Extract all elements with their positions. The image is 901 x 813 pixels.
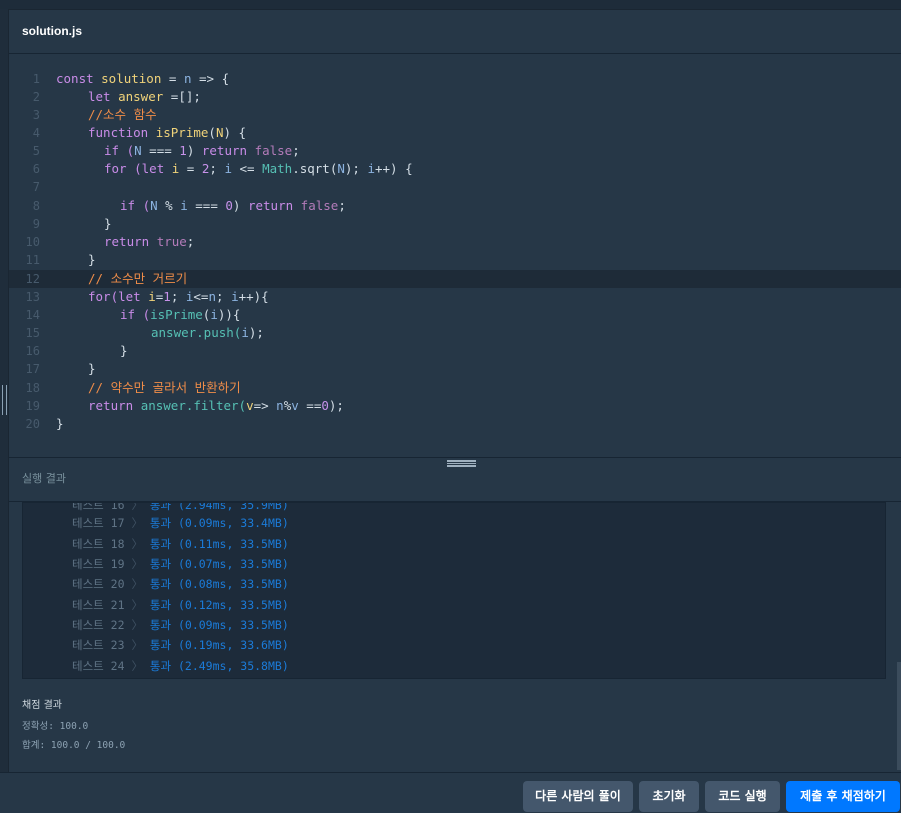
code-line: 4 function isPrime(N) { — [9, 124, 901, 142]
code-line: 14 if (isPrime(i)){ — [9, 306, 901, 324]
code-line: 5 if (N === 1) return false; — [9, 142, 901, 160]
code-line: 7 — [9, 178, 901, 196]
list-item: 테스트 17 〉 통과 (0.09ms, 33.4MB) — [72, 516, 289, 530]
code-line: 18 // 약수만 골라서 반환하기 — [9, 379, 901, 397]
line-number: 16 — [25, 344, 40, 358]
code-line: 16} — [9, 342, 901, 360]
code-line: 13 for(let i=1; i<=n; i++){ — [9, 288, 901, 306]
test-results-list[interactable]: 테스트 16 〉 통과 (2.94ms, 35.9MB) 테스트 17 〉 통과… — [22, 502, 886, 679]
panel-resize-handle-icon[interactable] — [2, 385, 7, 415]
code-comment: //소수 함수 — [88, 107, 157, 122]
line-number: 12 — [25, 272, 40, 286]
list-item: 테스트 18 〉 통과 (0.11ms, 33.5MB) — [72, 537, 289, 551]
line-number: 7 — [32, 180, 40, 194]
score-title: 채점 결과 — [22, 700, 62, 711]
code-comment: // 소수만 거르기 — [88, 271, 188, 286]
line-number: 8 — [32, 199, 40, 213]
code-editor[interactable]: 1 const solution = n => { 2 let answer =[]… — [9, 54, 901, 457]
action-footer: 다른 사람의 풀이 초기화 코드 실행 제출 후 채점하기 — [0, 772, 901, 813]
code-line: 2 let answer =[]; — [9, 88, 901, 106]
top-strip — [0, 0, 901, 10]
result-scrollbar[interactable] — [897, 662, 901, 770]
list-item: 테스트 19 〉 통과 (0.07ms, 33.5MB) — [72, 557, 289, 571]
code-line: 20} — [9, 415, 901, 433]
line-number: 9 — [32, 217, 40, 231]
submit-button[interactable]: 제출 후 채점하기 — [786, 781, 900, 812]
code-line: 15 answer.push(i); — [9, 324, 901, 342]
line-number: 3 — [32, 108, 40, 122]
code-line: 6 for (let i = 2; i <= Math.sqrt(N); i++)… — [9, 160, 901, 178]
result-panel[interactable]: 테스트 16 〉 통과 (2.94ms, 35.9MB) 테스트 17 〉 통과… — [9, 502, 901, 772]
editor-tab-filename[interactable]: solution.js — [22, 24, 82, 38]
line-number: 1 — [32, 72, 40, 86]
line-number: 17 — [25, 362, 40, 376]
line-number: 6 — [32, 162, 40, 176]
code-line: 9} — [9, 215, 901, 233]
code-line: 3 //소수 함수 — [9, 106, 901, 124]
code-line: 11} — [9, 251, 901, 269]
line-number: 5 — [32, 144, 40, 158]
code-line-active: 12 // 소수만 거르기 — [9, 270, 901, 288]
left-panel-edge[interactable] — [0, 9, 9, 772]
code-line: 19 return answer.filter(v=> n%v ==0); — [9, 397, 901, 415]
code-line: 8 if (N % i === 0) return false; — [9, 197, 901, 215]
line-number: 18 — [25, 381, 40, 395]
code-line: 1 const solution = n => { — [9, 70, 901, 88]
list-item: 테스트 21 〉 통과 (0.12ms, 33.5MB) — [72, 598, 289, 612]
score-accuracy: 정확성: 100.0 — [22, 721, 89, 732]
line-number: 20 — [25, 417, 40, 431]
other-solutions-button[interactable]: 다른 사람의 풀이 — [523, 781, 633, 812]
line-number: 4 — [32, 126, 40, 140]
line-number: 11 — [25, 253, 40, 267]
list-item: 테스트 24 〉 통과 (2.49ms, 35.8MB) — [72, 659, 289, 673]
editor-tab-bar: solution.js — [9, 10, 901, 54]
line-number: 13 — [25, 290, 40, 304]
score-total: 합계: 100.0 / 100.0 — [22, 740, 126, 751]
list-item: 테스트 20 〉 통과 (0.08ms, 33.5MB) — [72, 577, 289, 591]
code-line: 17} — [9, 360, 901, 378]
run-code-button[interactable]: 코드 실행 — [705, 781, 780, 812]
reset-button[interactable]: 초기화 — [639, 781, 699, 812]
line-number: 14 — [25, 308, 40, 322]
drag-handle-icon[interactable] — [447, 460, 476, 467]
line-number: 2 — [32, 90, 40, 104]
code-comment: // 약수만 골라서 반환하기 — [88, 380, 241, 395]
list-item: 테스트 23 〉 통과 (0.19ms, 33.6MB) — [72, 638, 289, 652]
line-number: 10 — [25, 235, 40, 249]
result-title: 실행 결과 — [22, 472, 66, 485]
line-number: 19 — [25, 399, 40, 413]
line-number: 15 — [25, 326, 40, 340]
list-item: 테스트 22 〉 통과 (0.09ms, 33.5MB) — [72, 618, 289, 632]
code-line: 10 return true; — [9, 233, 901, 251]
